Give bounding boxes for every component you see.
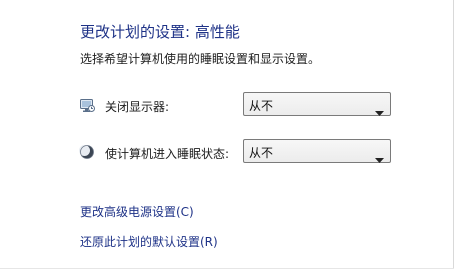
sleep-dropdown[interactable]: 从不 bbox=[243, 139, 391, 163]
display-off-setting: 关闭显示器: 从不 bbox=[0, 92, 454, 118]
page-title: 更改计划的设置: 高性能 bbox=[80, 23, 240, 41]
chevron-down-icon bbox=[375, 149, 384, 163]
page-subtitle: 选择希望计算机使用的睡眠设置和显示设置。 bbox=[80, 52, 321, 66]
moon-icon bbox=[79, 144, 95, 160]
sleep-label: 使计算机进入睡眠状态: bbox=[105, 147, 230, 161]
display-off-dropdown[interactable]: 从不 bbox=[243, 92, 391, 116]
display-off-value: 从不 bbox=[249, 99, 274, 113]
monitor-icon bbox=[79, 97, 95, 113]
sleep-setting: 使计算机进入睡眠状态: 从不 bbox=[0, 139, 454, 165]
advanced-power-settings-link[interactable]: 更改高级电源设置(C) bbox=[80, 203, 194, 220]
chevron-down-icon bbox=[375, 102, 384, 116]
display-off-label: 关闭显示器: bbox=[105, 100, 170, 114]
restore-defaults-link[interactable]: 还原此计划的默认设置(R) bbox=[80, 233, 218, 250]
sleep-value: 从不 bbox=[249, 146, 274, 160]
